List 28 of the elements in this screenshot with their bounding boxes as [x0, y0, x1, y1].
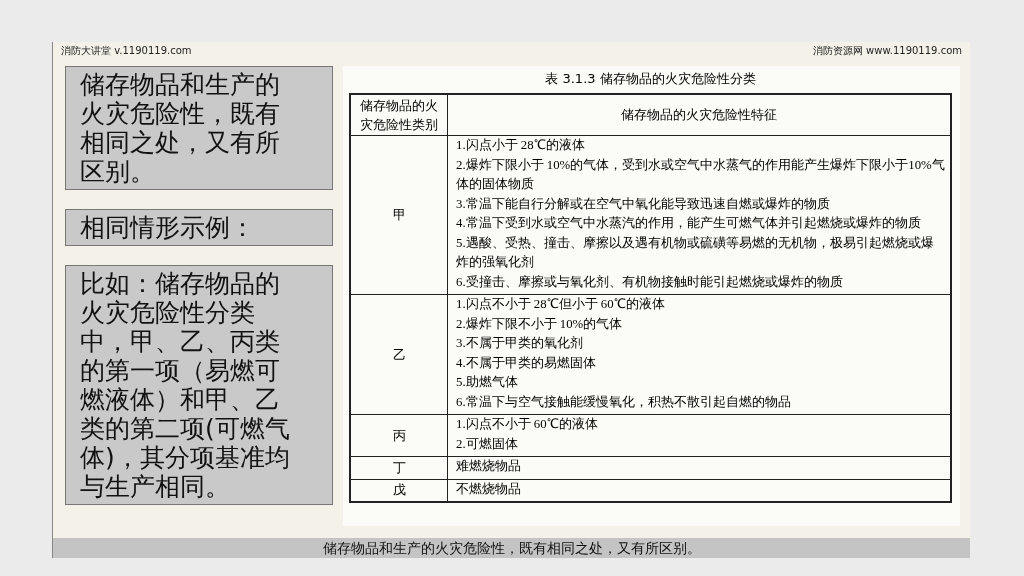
- table-cell-text: 2.爆炸下限不小于 10%的气体: [456, 315, 624, 333]
- table-cell-text: 1.闪点不小于 28℃但小于 60℃的液体: [456, 296, 666, 313]
- table-cell-text: 6.受撞击、摩擦或与氧化剂、有机物接触时能引起燃烧或爆炸的物质: [456, 273, 844, 291]
- header-text: 消防大讲堂 v.1190119.com: [61, 44, 192, 58]
- note-box: 储存物品和生产的火灾危险性，既有相同之处，又有所区别。: [65, 66, 333, 190]
- table-cell-text: 2.可燃固体: [456, 435, 519, 453]
- table-cell: 丁: [350, 456, 448, 479]
- table-cell-text: 不燃烧物品: [456, 480, 522, 498]
- table-cell-text: 5.助燃气体: [456, 374, 519, 391]
- table-cell-text: 2.爆炸下限小于 10%的气体，受到水或空气中水蒸气的作用能产生爆炸下限小于10%气体的固体物质: [456, 156, 946, 193]
- table-cell-text: 3.不属于甲类的氧化剂: [456, 335, 584, 352]
- table-cell: 乙: [350, 294, 448, 415]
- table-cell: 丙: [350, 414, 448, 457]
- table-cell-text: 1.闪点不小于 60℃的液体: [456, 416, 599, 433]
- table-cell-text: 难燃烧物品: [456, 458, 522, 475]
- table-cell: 甲: [350, 135, 448, 295]
- column-header: 储存物品的火灾危险性类别: [350, 94, 448, 136]
- table-cell-text: 1.闪点小于 28℃的液体: [456, 137, 586, 154]
- caption-bar: 储存物品和生产的火灾危险性，既有相同之处，又有所区别。: [53, 538, 970, 558]
- table-title: 表 3.1.3 储存物品的火灾危险性分类: [544, 70, 757, 88]
- note-box: 比如：储存物品的火灾危险性分类中，甲、乙、丙类的第一项（易燃可燃液体）和甲、乙类的第二项(可燃气体)，其分项基准均与生产相同。: [65, 265, 333, 505]
- header-text: 消防资源网 www.1190119.com: [812, 44, 962, 58]
- table-cell-text: 3.常温下能自行分解或在空气中氧化能导致迅速自燃或爆炸的物质: [456, 195, 831, 213]
- table-cell-text: 6.常温下与空气接触能缓慢氧化，积热不散引起自燃的物品: [456, 393, 792, 411]
- table-cell-text: 4.不属于甲类的易燃固体: [456, 354, 597, 372]
- table-cell-text: 4.常温下受到水或空气中水蒸汽的作用，能产生可燃气体并引起燃烧或爆炸的物质: [456, 215, 922, 232]
- note-box: 相同情形示例：: [65, 209, 333, 246]
- table-cell-text: 5.遇酸、受热、撞击、摩擦以及遇有机物或硫磺等易燃的无机物，极易引起燃烧或爆炸的强氧化剂: [456, 234, 935, 271]
